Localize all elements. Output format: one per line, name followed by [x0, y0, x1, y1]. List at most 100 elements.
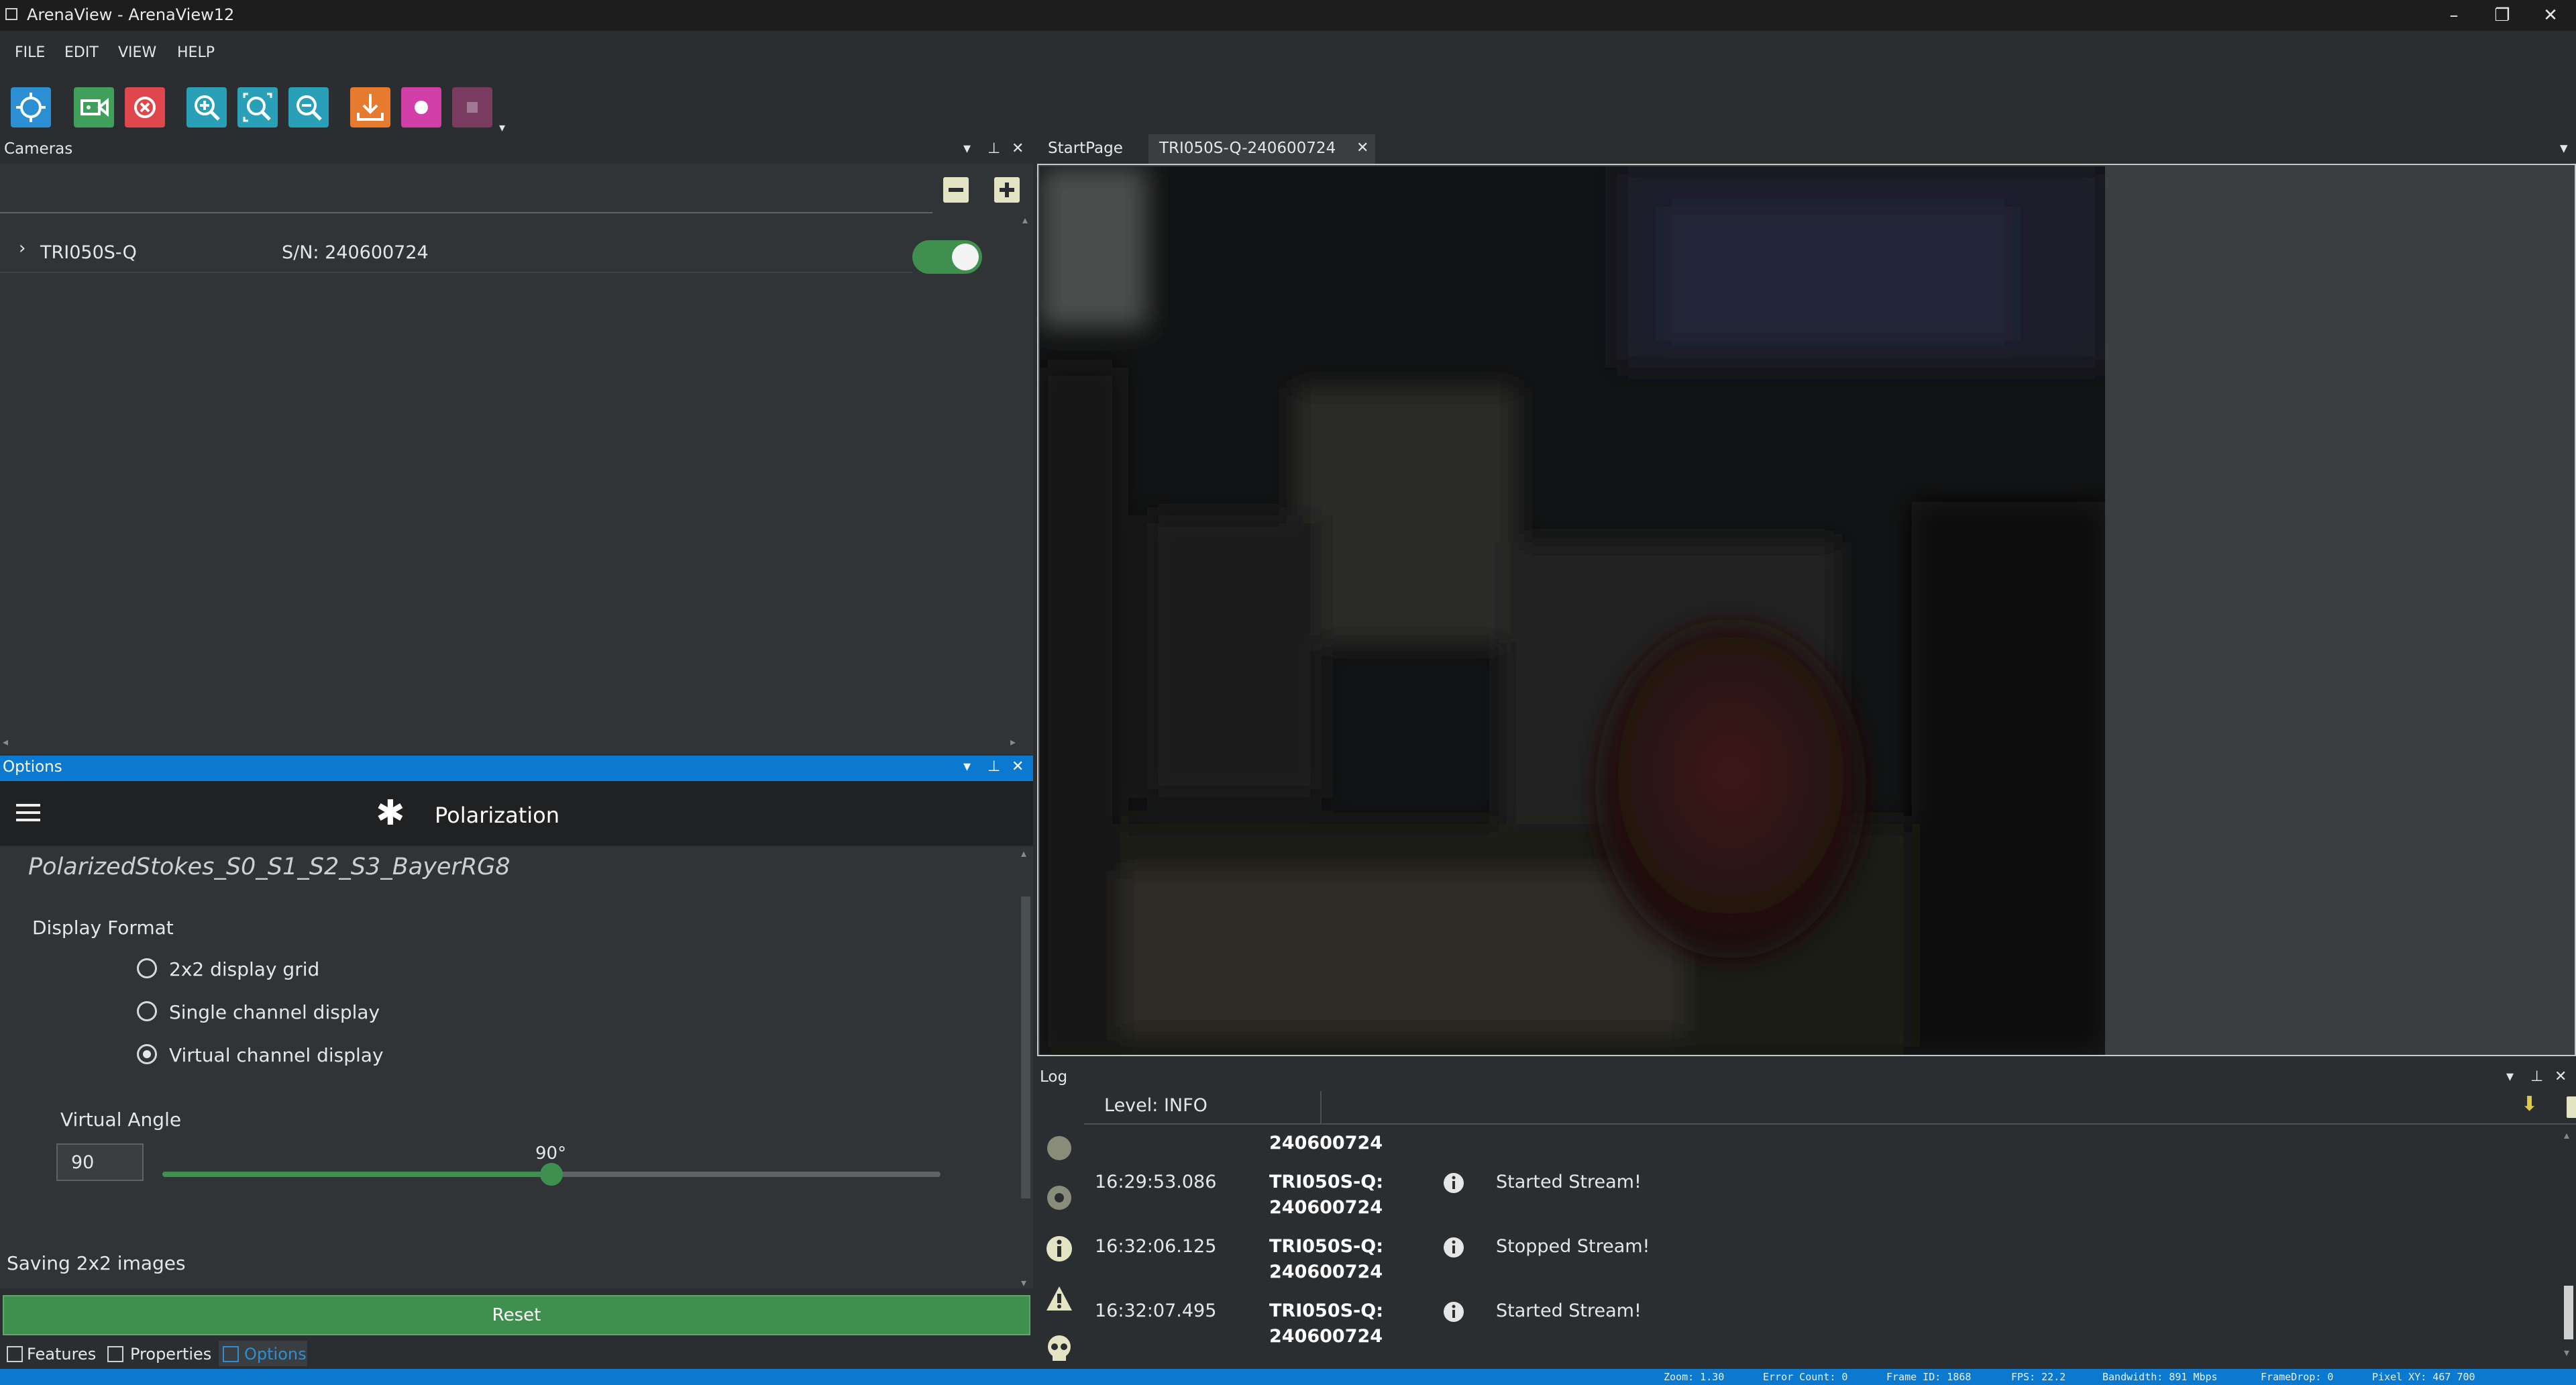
status-bar: Zoom: 1.30 Error Count: 0 Frame ID: 1868… — [0, 1369, 2576, 1385]
scroll-up-icon[interactable]: ▴ — [1021, 847, 1030, 860]
document-tabs: StartPage TRI050S-Q-240600724 ✕ ▾ — [1037, 134, 2576, 164]
close-circle-icon[interactable] — [125, 87, 165, 127]
options-body: PolarizedStokes_S0_S1_S2_S3_BayerRG8 Dis… — [0, 847, 1033, 1289]
display-format-label: Display Format — [32, 917, 174, 939]
log-entry-message: Started Stream! — [1496, 1300, 1642, 1321]
log-entry-time: 16:32:07.495 — [1095, 1300, 1217, 1321]
dock-menu-icon[interactable]: ▾ — [2506, 1068, 2514, 1085]
info-icon — [1444, 1302, 1464, 1322]
collapse-all-icon[interactable] — [943, 177, 969, 203]
log-title: Log — [1040, 1068, 1068, 1086]
zoom-fit-icon[interactable] — [237, 87, 278, 127]
scroll-down-icon[interactable]: ▾ — [1021, 1276, 1030, 1289]
cameras-dock-title: Cameras ▾ ⊥ ✕ — [0, 137, 1033, 161]
slider-handle[interactable] — [540, 1163, 563, 1186]
zoom-in-icon[interactable] — [186, 87, 227, 127]
dock-pin-icon[interactable]: ⊥ — [987, 137, 1000, 161]
radio-2x2-display-grid[interactable] — [137, 958, 157, 978]
options-header: ✱ Polarization — [0, 781, 1033, 845]
toolbar-overflow-icon[interactable]: ▾ — [499, 121, 505, 135]
log-error-skull-icon — [1048, 1335, 1071, 1361]
log-entry-serial: 240600724 — [1269, 1326, 1383, 1347]
restore-button[interactable]: ❐ — [2482, 3, 2522, 28]
active-tab[interactable]: TRI050S-Q-240600724 ✕ — [1148, 134, 1375, 164]
dock-menu-icon[interactable]: ▾ — [963, 137, 971, 161]
video-camera-icon[interactable] — [74, 87, 114, 127]
log-entry-serial: 240600724 — [1269, 1197, 1383, 1218]
scroll-left-icon[interactable]: ◂ — [3, 735, 8, 748]
dock-close-icon[interactable]: ✕ — [1012, 137, 1024, 161]
log-dock-title: Log ▾ ⊥ ✕ — [1037, 1066, 2576, 1091]
log-info-icon — [1046, 1236, 1072, 1262]
log-entry-message: Started Stream! — [1496, 1172, 1642, 1192]
tab-camera-label: TRI050S-Q-240600724 — [1159, 140, 1336, 157]
close-window-button[interactable]: ✕ — [2530, 3, 2571, 28]
divider — [1320, 1091, 1322, 1125]
dock-close-icon[interactable]: ✕ — [2555, 1068, 2567, 1085]
divider — [0, 212, 932, 213]
radio-single-label: Single channel display — [169, 1001, 380, 1023]
options-tab-icon — [223, 1346, 239, 1362]
camera-serial: S/N: 240600724 — [282, 242, 429, 263]
dock-close-icon[interactable]: ✕ — [1012, 758, 1024, 775]
log-entry-serial: 240600724 — [1269, 1262, 1383, 1282]
minimize-button[interactable]: – — [2434, 3, 2474, 28]
tab-close-icon[interactable]: ✕ — [1356, 140, 1368, 156]
trash-icon[interactable] — [2567, 1096, 2576, 1118]
dock-menu-icon[interactable]: ▾ — [963, 758, 971, 775]
menu-view[interactable]: VIEW — [118, 44, 156, 61]
log-panel: Level: INFO ⬇ 240600724 16:29:53.086 TRI… — [1037, 1091, 2576, 1368]
status-fps: FPS: 22.2 — [2011, 1371, 2066, 1383]
virtual-angle-input[interactable] — [56, 1143, 144, 1181]
dock-pin-icon[interactable]: ⊥ — [987, 758, 1000, 775]
info-icon — [1444, 1173, 1464, 1193]
hamburger-menu-icon[interactable] — [16, 804, 40, 821]
log-warning-icon — [1046, 1286, 1072, 1311]
tab-overflow-icon[interactable]: ▾ — [2560, 140, 2568, 157]
menu-file[interactable]: FILE — [15, 44, 45, 61]
menu-edit[interactable]: EDIT — [64, 44, 99, 61]
cameras-panel: ▴ › TRI050S-Q S/N: 240600724 ◂ ▸ — [0, 164, 1033, 754]
status-zoom: Zoom: 1.30 — [1664, 1371, 1725, 1383]
stop-icon[interactable] — [452, 87, 492, 127]
slider-value-label: 90° — [535, 1143, 567, 1164]
tab-startpage[interactable]: StartPage — [1048, 140, 1123, 157]
radio-single-channel[interactable] — [137, 1001, 157, 1021]
features-tab-icon — [7, 1346, 23, 1362]
radio-virtual-channel[interactable] — [137, 1044, 157, 1064]
camera-enable-toggle[interactable] — [912, 240, 982, 274]
reset-button[interactable]: Reset — [3, 1295, 1030, 1335]
scroll-up-icon[interactable]: ▴ — [2564, 1129, 2573, 1141]
chevron-right-icon[interactable]: › — [19, 238, 25, 258]
radio-2x2-label: 2x2 display grid — [169, 958, 320, 980]
dock-pin-icon[interactable]: ⊥ — [2530, 1068, 2543, 1085]
options-scrollbar[interactable] — [1021, 896, 1030, 1198]
scroll-down-icon[interactable]: ▾ — [2564, 1346, 2573, 1359]
log-level-filter[interactable]: Level: INFO — [1104, 1095, 1208, 1116]
download-icon[interactable] — [350, 87, 390, 127]
log-entry-source: TRI050S-Q: — [1269, 1172, 1384, 1192]
expand-all-icon[interactable] — [994, 177, 1020, 203]
scroll-right-icon[interactable]: ▸ — [1010, 735, 1016, 748]
camera-image[interactable] — [1040, 166, 2106, 1055]
crosshair-icon[interactable] — [11, 87, 51, 127]
tab-properties[interactable]: Properties — [130, 1345, 211, 1364]
zoom-out-icon[interactable] — [288, 87, 329, 127]
tab-features[interactable]: Features — [27, 1345, 96, 1364]
record-icon[interactable] — [401, 87, 441, 127]
menu-help[interactable]: HELP — [177, 44, 215, 61]
camera-row[interactable]: › TRI050S-Q S/N: 240600724 — [0, 234, 912, 273]
log-partial-source: 240600724 — [1269, 1133, 1383, 1153]
scroll-to-bottom-icon[interactable]: ⬇ — [2521, 1092, 2538, 1116]
options-header-title: Polarization — [435, 803, 559, 828]
log-scrollbar[interactable] — [2564, 1286, 2573, 1339]
status-error-count: Error Count: 0 — [1763, 1371, 1848, 1383]
tab-options[interactable]: Options — [244, 1345, 307, 1364]
image-viewer[interactable] — [1037, 164, 2576, 1056]
properties-tab-icon — [107, 1346, 123, 1362]
log-entry-message: Stopped Stream! — [1496, 1236, 1650, 1257]
toolbar: ▾ — [0, 64, 2576, 138]
virtual-angle-slider[interactable] — [162, 1163, 941, 1186]
options-dock-title: Options ▾ ⊥ ✕ — [0, 756, 1033, 781]
scroll-up-icon[interactable]: ▴ — [1022, 213, 1032, 227]
